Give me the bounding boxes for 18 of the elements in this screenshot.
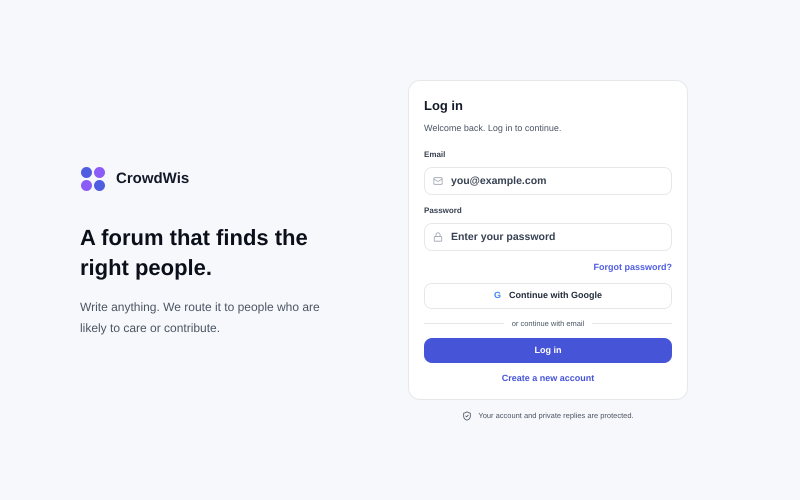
lock-icon	[433, 232, 443, 242]
input-field[interactable]: Enter your password	[424, 223, 672, 251]
card-title: Log in	[424, 97, 464, 115]
create-account-link[interactable]: Create a new account	[502, 372, 594, 386]
field-label: Password	[424, 205, 463, 217]
login-button[interactable]: Log in	[424, 338, 672, 363]
google-button[interactable]: G Continue with Google	[424, 282, 672, 308]
shield-icon	[462, 410, 472, 421]
google-icon: G	[494, 288, 501, 302]
subtext: Write anything. We route it to people who are likely to care or contribute.	[80, 299, 320, 337]
logo-icon	[80, 166, 106, 192]
mail-icon	[433, 176, 443, 186]
headline: A forum that finds the right people.	[80, 224, 309, 282]
forgot-password-link[interactable]: Forgot password?	[594, 261, 672, 274]
field-label: Email	[424, 149, 446, 161]
input-field[interactable]: you@example.com	[424, 167, 672, 195]
card-subtitle: Welcome back. Log in to continue.	[424, 122, 562, 135]
brand-name: CrowdWis	[116, 168, 190, 189]
